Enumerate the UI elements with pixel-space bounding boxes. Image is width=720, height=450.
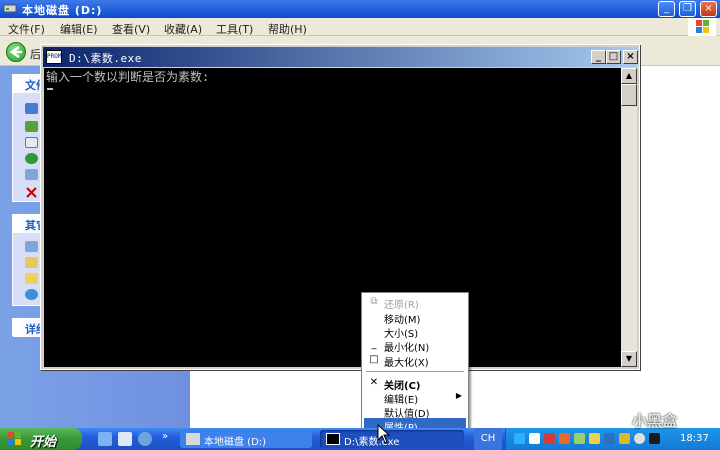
watermark-logo-icon: [614, 412, 630, 428]
email-icon[interactable]: [25, 169, 38, 180]
menu-item-label: 还原(R): [384, 300, 419, 311]
menu-item-close[interactable]: ✕ 关闭(C): [364, 376, 466, 392]
restore-icon: ⧉: [370, 296, 378, 307]
menu-file[interactable]: 文件(F): [8, 21, 45, 37]
delete-icon[interactable]: [25, 187, 38, 198]
network-icon[interactable]: [25, 289, 38, 300]
copy-icon[interactable]: [25, 137, 38, 148]
back-arrow-icon[interactable]: [6, 42, 26, 62]
tray-update-icon[interactable]: [574, 433, 585, 444]
maximize-icon: □: [369, 354, 379, 365]
show-desktop-icon[interactable]: [98, 432, 112, 446]
menu-item-label: 最大化(X): [384, 358, 429, 369]
quick-launch-more-icon[interactable]: »: [162, 431, 168, 442]
tray-input-icon[interactable]: [589, 433, 600, 444]
console-window: PROMPT D:\素数.exe _ □ × 输入一个数以判断是否为素数: ▲ …: [40, 44, 640, 370]
console-close-button[interactable]: ×: [623, 50, 638, 64]
console-output: 输入一个数以判断是否为素数:: [46, 70, 210, 84]
scroll-thumb[interactable]: [621, 84, 637, 106]
submenu-arrow-icon: ▶: [455, 391, 462, 400]
windows-logo-icon: [688, 18, 716, 36]
folder-icon[interactable]: [25, 273, 38, 284]
language-indicator[interactable]: CH: [474, 428, 502, 450]
tray-security-icon[interactable]: [544, 433, 555, 444]
minimize-button[interactable]: _: [658, 1, 675, 17]
taskbar-item-explorer[interactable]: 本地磁盘 (D:): [180, 430, 312, 448]
mouse-pointer-icon: [377, 424, 391, 444]
menu-edit[interactable]: 编辑(E): [60, 21, 98, 37]
menu-view[interactable]: 查看(V): [112, 21, 150, 37]
computer-icon[interactable]: [25, 241, 38, 252]
menu-item-edit[interactable]: 编辑(E) ▶: [364, 390, 466, 406]
console-titlebar[interactable]: PROMPT D:\素数.exe _ □ ×: [43, 47, 638, 67]
menu-item-maximize[interactable]: □ 最大化(X): [364, 353, 466, 369]
menu-tools[interactable]: 工具(T): [216, 21, 253, 37]
new-folder-icon[interactable]: [25, 103, 38, 114]
menu-item-size[interactable]: 大小(S): [364, 324, 466, 340]
tray-audio-icon[interactable]: [604, 433, 615, 444]
taskbar: 开始 » 本地磁盘 (D:) D:\素数.exe CH 18:37: [0, 428, 720, 450]
console-icon: [326, 433, 340, 445]
menu-item-restore[interactable]: ⧉ 还原(R): [364, 295, 466, 311]
console-maximize-button[interactable]: □: [606, 50, 621, 64]
console-screen[interactable]: 输入一个数以判断是否为素数:: [44, 68, 621, 367]
console-title: D:\素数.exe: [69, 52, 142, 65]
taskbar-item-console[interactable]: D:\素数.exe: [320, 430, 464, 448]
menu-item-minimize[interactable]: _ 最小化(N): [364, 338, 466, 354]
taskbar-item-label: D:\素数.exe: [344, 437, 400, 448]
close-button[interactable]: ×: [700, 1, 717, 17]
tray-keyboard-icon[interactable]: [649, 433, 660, 444]
explorer-title: 本地磁盘 (D:): [22, 4, 103, 17]
console-text-cursor: [47, 88, 53, 90]
scroll-up-arrow-icon[interactable]: ▲: [621, 68, 637, 84]
web-icon[interactable]: [25, 153, 38, 164]
system-context-menu: ⧉ 还原(R) 移动(M) 大小(S) _ 最小化(N) □ 最大化(X) ✕ …: [361, 292, 469, 434]
console-icon[interactable]: PROMPT: [46, 50, 69, 64]
watermark: 小黑盒: [632, 412, 678, 430]
tray-app-icon[interactable]: [559, 433, 570, 444]
taskbar-item-label: 本地磁盘 (D:): [204, 437, 267, 448]
explorer-titlebar[interactable]: 本地磁盘 (D:) _ ❐ ×: [0, 0, 720, 18]
tray-game-icon[interactable]: [619, 433, 630, 444]
clock[interactable]: 18:37: [680, 433, 709, 444]
tray-network-icon[interactable]: [514, 433, 525, 444]
documents-icon[interactable]: [25, 257, 38, 268]
explorer-menubar: 文件(F) 编辑(E) 查看(V) 收藏(A) 工具(T) 帮助(H): [0, 18, 720, 36]
network-places-icon[interactable]: [118, 432, 132, 446]
explorer-content-area: [700, 66, 720, 428]
menu-favorites[interactable]: 收藏(A): [164, 21, 202, 37]
menu-item-label: 最小化(N): [384, 343, 430, 354]
menu-item-move[interactable]: 移动(M): [364, 310, 466, 326]
minimize-icon: _: [371, 339, 377, 350]
menu-separator: [366, 371, 464, 372]
console-minimize-button[interactable]: _: [591, 50, 606, 64]
close-icon: ✕: [369, 377, 379, 388]
menu-item-defaults[interactable]: 默认值(D): [364, 404, 466, 420]
console-scrollbar[interactable]: ▲ ▼: [621, 68, 637, 367]
publish-icon[interactable]: [25, 121, 38, 132]
drive-icon: [186, 433, 200, 445]
menu-help[interactable]: 帮助(H): [268, 21, 307, 37]
maximize-button[interactable]: ❐: [679, 1, 696, 17]
start-label: 开始: [30, 435, 57, 450]
internet-explorer-icon[interactable]: [138, 432, 152, 446]
windows-flag-icon: [8, 432, 21, 445]
start-button[interactable]: 开始: [0, 428, 82, 450]
tray-speaker-icon[interactable]: [634, 433, 645, 444]
drive-icon: [3, 4, 17, 13]
tray-display-icon[interactable]: [529, 433, 540, 444]
scroll-down-arrow-icon[interactable]: ▼: [621, 351, 637, 367]
